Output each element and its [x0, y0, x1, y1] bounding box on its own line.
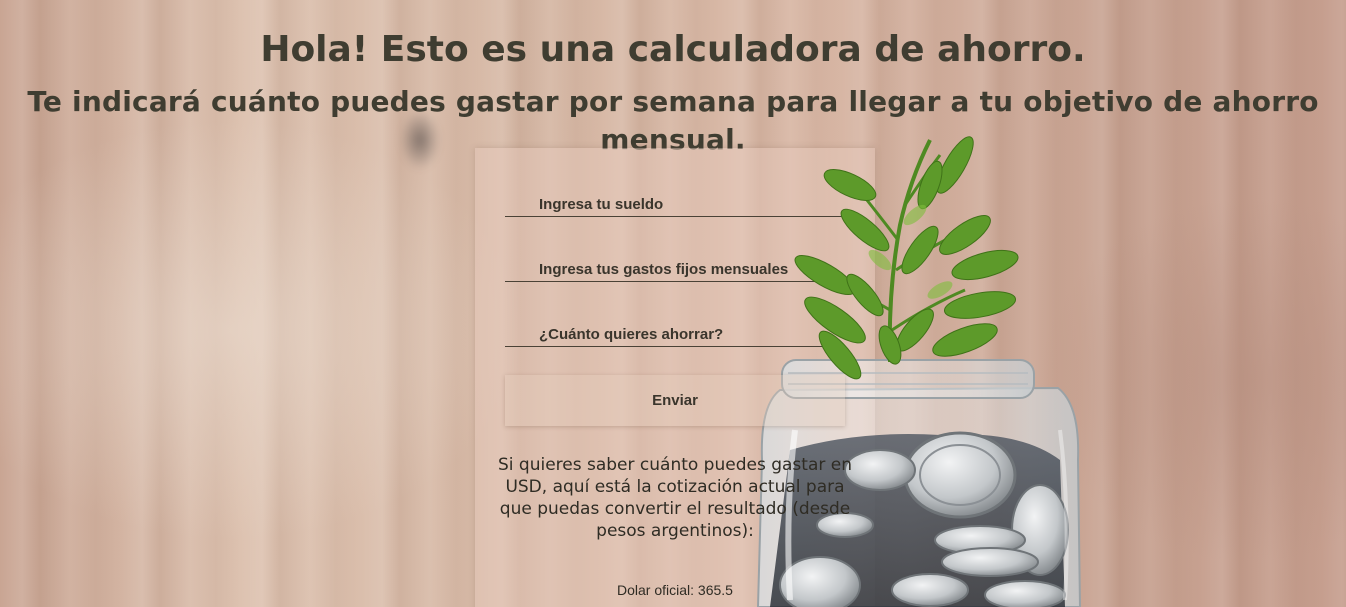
expenses-field[interactable]: Ingresa tus gastos fijos mensuales — [505, 261, 845, 282]
dolar-rate: Dolar oficial: 365.5 — [617, 582, 733, 598]
savings-input[interactable] — [505, 326, 845, 346]
usd-info-text: Si quieres saber cuánto puedes gastar en… — [497, 455, 852, 541]
salary-field[interactable]: Ingresa tu sueldo — [505, 196, 845, 217]
submit-button[interactable]: Enviar — [505, 375, 845, 426]
expenses-input[interactable] — [505, 261, 845, 281]
page-title: Hola! Esto es una calculadora de ahorro. — [260, 29, 1086, 70]
savings-field[interactable]: ¿Cuánto quieres ahorrar? — [505, 326, 845, 347]
salary-input[interactable] — [505, 196, 845, 216]
